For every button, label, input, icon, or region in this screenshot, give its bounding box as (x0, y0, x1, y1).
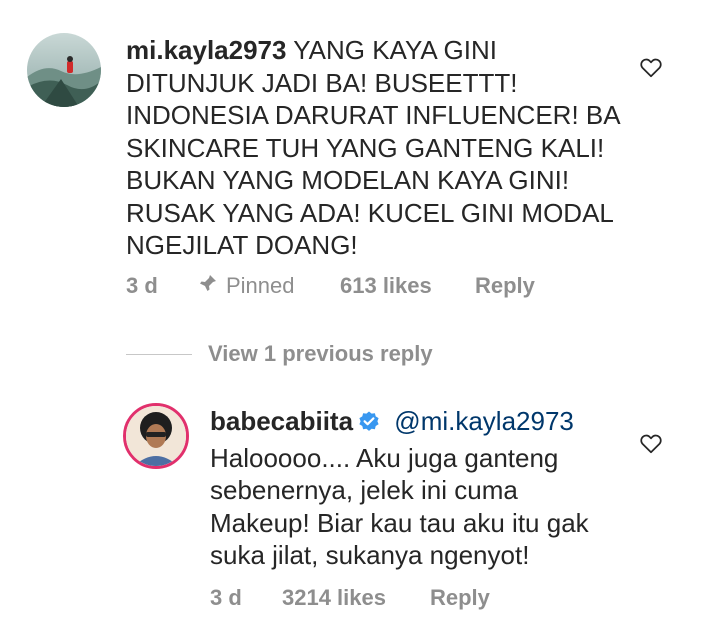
pinned-label: Pinned (226, 273, 295, 298)
reply-text-line: Makeup! Biar kau tau aku itu gak (210, 507, 589, 538)
comment-body: mi.kayla2973 YANG KAYA GINI DITUNJUK JAD… (126, 34, 646, 262)
reply-like-button[interactable] (638, 430, 664, 461)
comment-text-line: YANG KAYA GINI (293, 35, 497, 65)
landscape-avatar-image (27, 33, 101, 107)
mention-link[interactable]: @mi.kayla2973 (394, 406, 574, 436)
replier-username[interactable]: babecabiita (210, 406, 353, 436)
comment-text-line: BUKAN YANG MODELAN KAYA GINI! (126, 165, 570, 195)
reply-text-line: sebenernya, jelek ini cuma (210, 475, 518, 505)
comment-text-line: DITUNJUK JADI BA! BUSEETTT! (126, 67, 518, 98)
reply-time[interactable]: 3 d (210, 585, 282, 611)
person-avatar-image (126, 406, 186, 466)
comment-time[interactable]: 3 d (126, 273, 198, 299)
verified-badge-icon (357, 409, 381, 442)
reply-likes-count[interactable]: 3214 likes (282, 585, 430, 611)
comment-text-line: SKINCARE TUH YANG GANTENG KALI! (126, 132, 605, 163)
commenter-username[interactable]: mi.kayla2973 (126, 35, 286, 65)
reply-meta: 3 d 3214 likes Reply (210, 584, 490, 612)
heart-outline-icon (640, 58, 662, 78)
replier-avatar[interactable] (123, 403, 189, 469)
reply-text-line: suka jilat, sukanya ngenyot! (210, 540, 530, 570)
comment-reply-button[interactable]: Reply (475, 273, 535, 299)
view-previous-replies-button[interactable]: View 1 previous reply (126, 341, 433, 367)
reply-text-line: Halooooo.... Aku juga ganteng (210, 442, 559, 473)
view-replies-label: View 1 previous reply (208, 341, 433, 366)
reply-body: babecabiita @mi.kayla2973 Halooooo.... A… (210, 405, 670, 572)
heart-outline-icon (640, 434, 662, 454)
comment-likes-count[interactable]: 613 likes (340, 273, 475, 299)
comment-like-button[interactable] (638, 54, 664, 85)
divider-line (126, 353, 192, 355)
commenter-avatar[interactable] (27, 33, 101, 107)
pin-icon (198, 273, 218, 299)
comment-text-line: RUSAK YANG ADA! KUCEL GINI MODAL (126, 197, 614, 228)
comment-text-line: NGEJILAT DOANG! (126, 230, 358, 260)
reply-reply-button[interactable]: Reply (430, 585, 490, 611)
comment-meta: 3 d Pinned 613 likes Reply (126, 272, 535, 300)
comment-text-line: INDONESIA DARURAT INFLUENCER! BA (126, 100, 621, 130)
